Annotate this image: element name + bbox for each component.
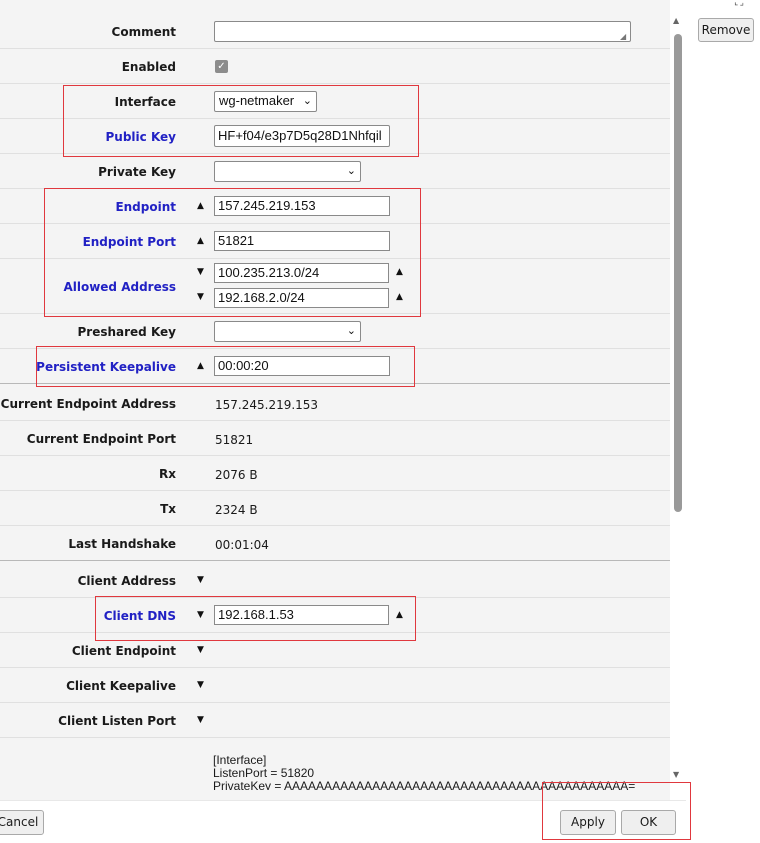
interface-select[interactable]: wg-netmaker ⌄ — [214, 91, 317, 112]
public-key-label: Public Key — [105, 130, 177, 144]
config-line: PrivateKey = AAAAAAAAAAAAAAAAAAAAAAAAAAA… — [213, 779, 636, 791]
remove-entry-down-icon[interactable]: ▼ — [197, 610, 204, 620]
expand-down-icon[interactable]: ▼ — [197, 715, 204, 725]
client-keepalive-label: Client Keepalive — [66, 679, 176, 693]
fullscreen-icon[interactable]: ⛶ — [735, 0, 743, 9]
client-config-preview: [Interface] ListenPort = 51820 PrivateKe… — [213, 754, 663, 790]
ok-button[interactable]: OK — [621, 810, 676, 835]
comment-label: Comment — [111, 25, 176, 39]
row-last-handshake: Last Handshake 00:01:04 — [0, 526, 670, 561]
client-endpoint-label: Client Endpoint — [71, 644, 176, 658]
row-current-endpoint-address: Current Endpoint Address 157.245.219.153 — [0, 386, 670, 421]
row-endpoint: Endpoint ▲ 157.245.219.153 — [0, 189, 670, 224]
endpoint-field[interactable]: 157.245.219.153 — [214, 196, 390, 216]
client-dns-field[interactable]: 192.168.1.53 — [214, 605, 389, 625]
persistent-keepalive-label: Persistent Keepalive — [36, 360, 176, 374]
scroll-down-arrow-icon[interactable]: ▼ — [673, 770, 679, 779]
row-persistent-keepalive: Persistent Keepalive ▲ 00:00:20 — [0, 349, 670, 384]
allowed-address-field-1[interactable]: 100.235.213.0/24 — [214, 263, 389, 283]
allowed-address-field-2[interactable]: 192.168.2.0/24 — [214, 288, 389, 308]
remove-entry-down-icon[interactable]: ▼ — [197, 292, 204, 302]
collapse-up-icon[interactable]: ▲ — [197, 361, 204, 371]
preshared-key-select[interactable]: ⌄ — [214, 321, 361, 342]
comment-field[interactable] — [214, 21, 631, 42]
tx-label: Tx — [160, 502, 176, 516]
row-client-address: Client Address ▼ — [0, 563, 670, 598]
preshared-key-label: Preshared Key — [77, 325, 176, 339]
checkmark-icon: ✓ — [217, 61, 226, 72]
tx-value: 2324 B — [215, 503, 258, 517]
public-key-field[interactable]: HF+f04/e3p7D5q28D1Nhfqil — [214, 125, 390, 147]
row-preshared-key: Preshared Key ⌄ — [0, 314, 670, 349]
remove-button[interactable]: Remove — [698, 18, 754, 42]
resize-grip-icon: ◢ — [620, 32, 627, 41]
chevron-down-icon: ⌄ — [346, 165, 356, 177]
rx-value: 2076 B — [215, 468, 258, 482]
remove-entry-down-icon[interactable]: ▼ — [197, 267, 204, 277]
add-entry-up-icon[interactable]: ▲ — [396, 610, 403, 620]
dialog-footer: Cancel Apply OK — [0, 800, 686, 843]
interface-select-value: wg-netmaker — [219, 93, 295, 108]
client-address-label: Client Address — [77, 574, 176, 588]
current-endpoint-port-value: 51821 — [215, 433, 254, 447]
cancel-button[interactable]: Cancel — [0, 810, 44, 835]
apply-button[interactable]: Apply — [560, 810, 616, 835]
row-allowed-address: Allowed Address ▼ 100.235.213.0/24 ▲ ▼ 1… — [0, 259, 670, 314]
chevron-down-icon: ⌄ — [346, 325, 356, 337]
enabled-checkbox[interactable]: ✓ — [215, 60, 228, 73]
row-private-key: Private Key ⌄ — [0, 154, 670, 189]
row-public-key: Public Key HF+f04/e3p7D5q28D1Nhfqil — [0, 119, 670, 154]
row-interface: Interface wg-netmaker ⌄ — [0, 84, 670, 119]
row-client-keepalive: Client Keepalive ▼ — [0, 668, 670, 703]
collapse-up-icon[interactable]: ▲ — [197, 236, 204, 246]
last-handshake-label: Last Handshake — [68, 537, 176, 551]
expand-down-icon[interactable]: ▼ — [197, 575, 204, 585]
endpoint-port-label: Endpoint Port — [82, 235, 176, 249]
private-key-label: Private Key — [98, 165, 176, 179]
scrollbar-thumb[interactable] — [674, 34, 682, 512]
row-current-endpoint-port: Current Endpoint Port 51821 — [0, 421, 670, 456]
client-dns-label: Client DNS — [103, 609, 176, 623]
current-endpoint-port-label: Current Endpoint Port — [26, 432, 176, 446]
expand-down-icon[interactable]: ▼ — [197, 680, 204, 690]
collapse-up-icon[interactable]: ▲ — [197, 201, 204, 211]
row-enabled: Enabled ✓ — [0, 49, 670, 84]
current-endpoint-address-value: 157.245.219.153 — [215, 398, 319, 412]
row-comment: Comment ◢ — [0, 14, 670, 49]
peer-form-panel: Comment ◢ Enabled ✓ Interface wg-netmake… — [0, 0, 670, 800]
persistent-keepalive-field[interactable]: 00:00:20 — [214, 356, 390, 376]
interface-label: Interface — [114, 95, 176, 109]
add-entry-up-icon[interactable]: ▲ — [396, 292, 403, 302]
current-endpoint-address-label: Current Endpoint Address — [0, 397, 176, 411]
endpoint-port-field[interactable]: 51821 — [214, 231, 390, 251]
row-client-dns: Client DNS ▼ 192.168.1.53 ▲ — [0, 598, 670, 633]
row-endpoint-port: Endpoint Port ▲ 51821 — [0, 224, 670, 259]
chevron-down-icon: ⌄ — [302, 95, 312, 107]
last-handshake-value: 00:01:04 — [215, 538, 269, 552]
row-rx: Rx 2076 B — [0, 456, 670, 491]
client-listen-port-label: Client Listen Port — [58, 714, 176, 728]
enabled-label: Enabled — [121, 60, 176, 74]
rx-label: Rx — [159, 467, 176, 481]
vertical-scrollbar[interactable]: ▲ ▼ — [671, 14, 685, 782]
endpoint-label: Endpoint — [115, 200, 176, 214]
allowed-address-label: Allowed Address — [63, 280, 176, 294]
row-client-endpoint: Client Endpoint ▼ — [0, 633, 670, 668]
row-client-listen-port: Client Listen Port ▼ — [0, 703, 670, 738]
add-entry-up-icon[interactable]: ▲ — [396, 267, 403, 277]
scroll-up-arrow-icon[interactable]: ▲ — [673, 16, 679, 25]
row-tx: Tx 2324 B — [0, 491, 670, 526]
expand-down-icon[interactable]: ▼ — [197, 645, 204, 655]
private-key-select[interactable]: ⌄ — [214, 161, 361, 182]
